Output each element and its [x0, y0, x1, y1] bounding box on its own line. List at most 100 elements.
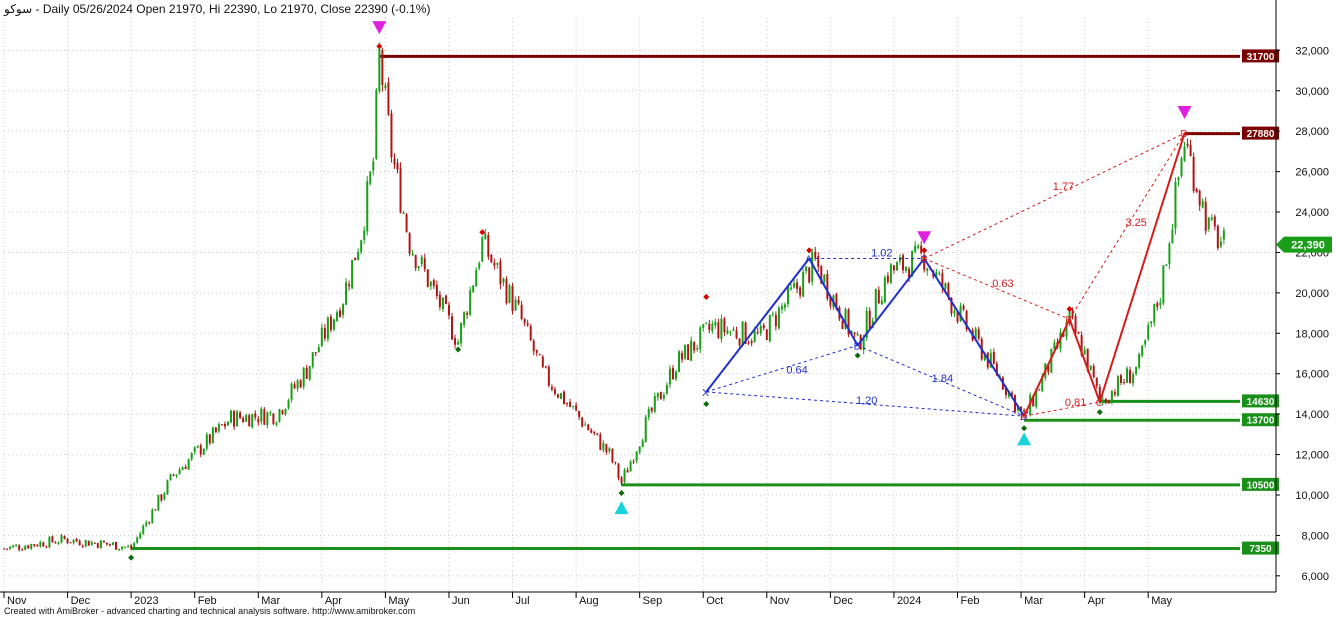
candle-body	[729, 331, 732, 333]
candle-body	[520, 304, 523, 319]
candle-body	[699, 327, 702, 350]
candle-body	[142, 525, 145, 534]
candle-body	[472, 285, 475, 292]
candle-body	[87, 540, 90, 546]
candle-body	[21, 549, 24, 551]
x-tick-label: Aug	[579, 595, 599, 607]
candle-body	[541, 356, 544, 368]
candle-body	[502, 278, 505, 283]
candle-body	[899, 257, 901, 262]
candle-body	[81, 545, 84, 547]
candle-body	[1104, 398, 1107, 403]
candle-body	[684, 344, 687, 359]
candle-body	[738, 338, 741, 346]
pattern-red-point-C: C	[1096, 398, 1103, 409]
candle-body	[39, 541, 42, 547]
candle-body	[166, 480, 169, 495]
candle-body	[638, 446, 641, 453]
candle-body	[305, 367, 308, 379]
swing-low-dot	[1021, 425, 1028, 432]
x-tick-label: May	[1151, 595, 1172, 607]
candle-body	[12, 545, 15, 548]
candle-body	[886, 275, 889, 282]
candle-body	[726, 330, 729, 334]
candle-body	[1113, 392, 1116, 395]
candle-body	[623, 470, 626, 483]
candle-body	[575, 405, 578, 411]
chart-area: 31700 27880 14630 13700 10500 7350 X A B C D 1.02 0…	[0, 0, 1336, 619]
candle-body	[60, 535, 63, 543]
candle-body	[732, 329, 735, 331]
candle-body	[293, 384, 296, 389]
candle-body	[139, 533, 142, 539]
candle-body	[511, 286, 514, 312]
x-tick-label: Sep	[643, 595, 663, 607]
candle-body	[290, 383, 293, 400]
candle-body	[641, 440, 644, 448]
candle-body	[1204, 201, 1207, 232]
candle-body	[239, 412, 242, 419]
candle-body	[272, 413, 275, 425]
candle-body	[396, 162, 399, 170]
y-tick-label: 16,000	[1295, 369, 1329, 381]
footer-credit: Created with AmiBroker - advanced charti…	[4, 606, 416, 616]
candle-body	[914, 245, 917, 252]
candle-body	[402, 213, 405, 215]
candle-body	[750, 341, 753, 344]
candle-body	[66, 539, 69, 543]
candle-body	[1092, 366, 1095, 377]
candle-body	[756, 331, 759, 333]
candle-body	[1177, 177, 1180, 181]
candle-body	[650, 407, 653, 412]
candle-body	[1038, 389, 1041, 391]
candle-body	[647, 408, 650, 418]
candle-body	[905, 266, 908, 271]
candle-body	[678, 351, 681, 372]
candle-body	[705, 322, 708, 324]
candle-body	[326, 317, 329, 339]
candle-body	[360, 240, 363, 252]
candle-body	[257, 418, 260, 423]
candle-body	[121, 546, 124, 550]
candles	[3, 42, 1225, 552]
y-tick-label: 14,000	[1295, 409, 1329, 421]
candle-body	[938, 272, 941, 274]
pattern-blue-point-X: X	[702, 388, 709, 399]
candle-body	[148, 522, 151, 524]
level-label-14630: 14630	[1247, 397, 1275, 408]
candle-body	[620, 477, 623, 484]
candle-body	[496, 263, 499, 265]
pattern-red-leg	[1098, 132, 1186, 403]
x-tick-label: Feb	[961, 595, 980, 607]
candle-body	[93, 542, 96, 544]
candle-body	[281, 410, 284, 414]
candle-body	[790, 287, 793, 289]
candle-body	[408, 233, 411, 254]
candle-body	[1201, 200, 1204, 208]
candle-body	[169, 474, 172, 481]
candle-body	[1083, 349, 1086, 355]
pattern-red-point-B: B	[1066, 315, 1073, 326]
candle-body	[187, 459, 190, 470]
candle-body	[411, 253, 414, 256]
candle-body	[487, 235, 490, 257]
candle-body	[653, 396, 656, 412]
candle-body	[136, 537, 139, 543]
chart-title: سوكو - Daily 05/26/2024 Open 21970, Hi 2…	[4, 2, 431, 16]
candle-body	[36, 544, 39, 547]
grid	[3, 18, 1276, 592]
candle-body	[599, 434, 602, 450]
pattern-blue-ratio: 0.64	[786, 365, 807, 377]
candle-body	[517, 299, 520, 304]
candle-body	[348, 284, 351, 287]
candle-body	[208, 434, 211, 444]
candle-body	[629, 461, 632, 472]
candle-body	[375, 89, 378, 159]
candle-body	[523, 318, 526, 323]
x-tick-label: Oct	[706, 595, 723, 607]
candle-body	[690, 340, 693, 361]
candle-body	[1156, 303, 1159, 307]
candle-body	[423, 258, 426, 270]
candle-body	[223, 423, 226, 427]
candle-body	[723, 318, 726, 333]
